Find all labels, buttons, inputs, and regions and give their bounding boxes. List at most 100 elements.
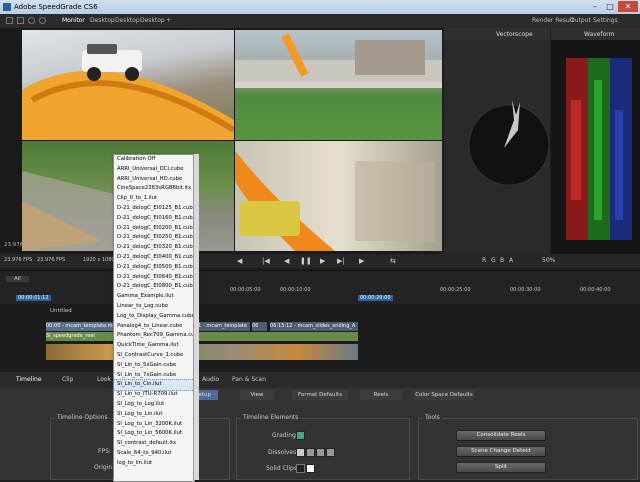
channel-r[interactable]: R xyxy=(482,257,486,264)
waveform-header: Waveform xyxy=(551,28,640,40)
timeline-tracks[interactable]: Untitled 00:00 - mcam_template.mov 01 - … xyxy=(0,304,640,368)
lut-option[interactable]: D-21_delogC_EI0320_B1.cube xyxy=(114,243,194,253)
minimize-button[interactable]: – xyxy=(588,1,602,12)
lut-option[interactable]: ARRI_Universal_DCI.cube xyxy=(114,165,194,175)
loop-icon[interactable]: ⇆ xyxy=(390,257,396,265)
vectorscope-panel xyxy=(444,40,550,254)
clip-5[interactable]: SI_speedgrade_reel xyxy=(46,332,358,341)
lut-option[interactable]: CineSpace2383sRGB6bit.itx xyxy=(114,184,194,194)
channel-b[interactable]: B xyxy=(500,257,504,264)
dissolve-type-2-icon[interactable] xyxy=(306,448,315,457)
dissolves-label: Dissolves: xyxy=(268,449,299,456)
lut-option[interactable]: D-21_delogC_EI0800_B1.cube xyxy=(114,282,194,292)
play-reverse-icon[interactable]: ◀ xyxy=(284,257,289,265)
consolidate-reels-button[interactable]: Consolidate Reels xyxy=(456,430,546,441)
solid-white-icon[interactable] xyxy=(306,464,315,473)
subtab-color-space-defaults[interactable]: Color Space Defaults xyxy=(414,390,474,400)
subtab-view[interactable]: View xyxy=(240,390,274,400)
next-frame-icon[interactable]: ▶| xyxy=(337,257,345,265)
open-icon[interactable] xyxy=(17,17,24,24)
timeline-ruler[interactable]: All 00:00:01:12 00:00:05:00 00:00:10:00 … xyxy=(0,270,640,305)
lut-option[interactable]: D-21_delogC_EI0640_B1.cube xyxy=(114,273,194,283)
origin-field-label: Origin: xyxy=(94,464,115,471)
lut-option[interactable]: SI_contrast_default.itx xyxy=(114,439,194,449)
scene-change-detect-button[interactable]: Scene Change Detect xyxy=(456,446,546,457)
lut-option[interactable]: D-21_delogC_EI0250_B1.cube xyxy=(114,233,194,243)
redo-icon[interactable] xyxy=(39,17,46,24)
step-back-icon[interactable]: ◀ xyxy=(237,257,242,265)
output-link[interactable]: Output xyxy=(570,17,591,24)
dissolve-type-4-icon[interactable] xyxy=(326,448,335,457)
solid-black-icon[interactable] xyxy=(296,464,305,473)
subtab-format-defaults[interactable]: Format Defaults xyxy=(292,390,348,400)
lut-option[interactable]: SI_Lin_to_ITU-R709.ilut xyxy=(114,390,194,400)
lut-dropdown-scrollbar[interactable] xyxy=(193,154,199,480)
lut-option[interactable]: D-21_delogC_EI0500_B1.cube xyxy=(114,263,194,273)
lut-option[interactable]: SI_Lin_to_7xGain.cube xyxy=(114,371,194,381)
lut-option[interactable]: SI_Log_to_Lin_3200K.ilut xyxy=(114,420,194,430)
lut-dropdown-list[interactable]: Calibration Off ARRI_Universal_DCI.cube AR… xyxy=(113,154,195,482)
lut-option[interactable]: Calibration Off xyxy=(114,155,194,165)
tab-timeline[interactable]: Timeline xyxy=(16,376,42,383)
lut-option[interactable]: Clip_0_to_1.ilut xyxy=(114,194,194,204)
lut-option[interactable]: QuickTime_Gamma.ilut xyxy=(114,341,194,351)
clip-3[interactable]: 06 xyxy=(252,322,267,331)
clip-1[interactable]: 00:00 - mcam_template.mov xyxy=(46,322,116,331)
tab-desktop-1[interactable]: Desktop xyxy=(90,17,115,24)
lut-option[interactable]: Scale_64_to_940.ilut xyxy=(114,449,194,459)
lut-option[interactable]: D-21_delogC_EI0160_B1.cube xyxy=(114,214,194,224)
prev-frame-icon[interactable]: |◀ xyxy=(262,257,270,265)
menu-bar: Monitor Desktop Desktop Desktop + Render… xyxy=(0,14,640,29)
lut-option[interactable]: Gamma_Example.ilut xyxy=(114,292,194,302)
tab-monitor[interactable]: Monitor xyxy=(62,17,85,24)
new-icon[interactable] xyxy=(6,17,13,24)
lut-option[interactable]: ARRI_Universal_HD.cube xyxy=(114,175,194,185)
close-button[interactable]: ✕ xyxy=(618,1,638,12)
tab-pan-scan[interactable]: Pan & Scan xyxy=(232,376,266,383)
step-forward-icon[interactable]: ▶ xyxy=(359,257,364,265)
lut-option[interactable]: D-21_delogC_EI0125_B1.cube xyxy=(114,204,194,214)
grading-label: Grading: xyxy=(272,432,298,439)
tab-audio[interactable]: Audio xyxy=(202,376,219,383)
zoom-select[interactable]: 50% xyxy=(542,257,555,264)
lut-option[interactable]: Linear_to_Log.cube xyxy=(114,302,194,312)
dissolve-type-1-icon[interactable] xyxy=(296,448,305,457)
add-tab-button[interactable]: + xyxy=(166,17,171,24)
lut-option[interactable]: SI_Log_to_Log.ilut xyxy=(114,400,194,410)
lut-option[interactable]: SI_Log_to_Lin_5600K.ilut xyxy=(114,429,194,439)
lut-option[interactable]: log_to_lin.ilut xyxy=(114,459,194,469)
render-result-link[interactable]: Render Result xyxy=(532,17,574,24)
channel-a[interactable]: A xyxy=(509,257,513,264)
waveform-title: Waveform xyxy=(584,31,615,38)
lut-option[interactable]: D-21_delogC_EI0400_B1.cube xyxy=(114,253,194,263)
tab-look[interactable]: Look xyxy=(97,376,111,383)
lut-option[interactable]: SI_Lin_to_5xGain.cube xyxy=(114,361,194,371)
pause-icon[interactable]: ❚❚ xyxy=(300,257,312,265)
tab-desktop-2[interactable]: Desktop xyxy=(115,17,140,24)
grading-toggle-icon[interactable] xyxy=(296,431,305,440)
lut-option[interactable]: SI_ContrastCurve_1.cube xyxy=(114,351,194,361)
maximize-button[interactable]: □ xyxy=(603,1,617,12)
lut-option[interactable]: Phantom_Rec709_Gamma.cube xyxy=(114,331,194,341)
channel-g[interactable]: G xyxy=(491,257,496,264)
undo-icon[interactable] xyxy=(28,17,35,24)
fps-readout: 23.976 FPS xyxy=(4,242,35,248)
monitor-viewer[interactable]: 23.976 FPS xyxy=(0,28,442,254)
clip-2[interactable]: 01 - mcam_template xyxy=(195,322,250,331)
settings-link[interactable]: Settings xyxy=(593,17,618,24)
tab-desktop-3[interactable]: Desktop xyxy=(140,17,165,24)
lut-option[interactable]: SI_Log_to_Lin.ilut xyxy=(114,410,194,420)
lut-option[interactable]: Log_to_Display_Gamma.cube xyxy=(114,312,194,322)
lut-option[interactable]: Panalog4_to_Linear.cube xyxy=(114,322,194,332)
ruler-tc-2: 00:00:10:00 xyxy=(280,287,311,293)
thumbnail-track[interactable] xyxy=(46,344,358,360)
lut-option[interactable]: SI_Lin_to_Cin.ilut xyxy=(114,379,194,392)
tab-clip[interactable]: Clip xyxy=(62,376,73,383)
subtab-reels[interactable]: Reels xyxy=(360,390,402,400)
split-button[interactable]: Split xyxy=(456,462,546,473)
play-icon[interactable]: ▶ xyxy=(320,257,325,265)
clip-4[interactable]: 06:15:12 - mcam_slides_ending_A xyxy=(270,322,358,331)
fps-select[interactable]: All xyxy=(6,276,29,282)
lut-option[interactable]: D-21_delogC_EI0200_B1.cube xyxy=(114,224,194,234)
dissolve-type-3-icon[interactable] xyxy=(316,448,325,457)
